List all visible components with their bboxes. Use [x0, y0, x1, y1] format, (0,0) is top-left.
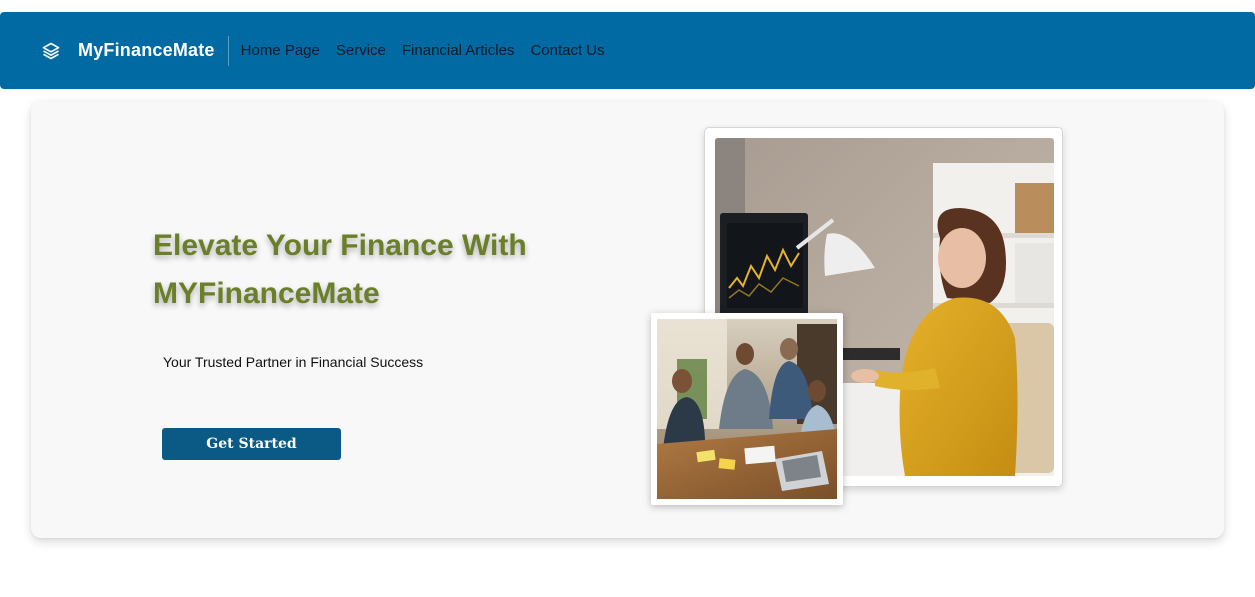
hero-card: Elevate Your Finance With MYFinanceMate …: [31, 101, 1224, 538]
nav-link-contact-us[interactable]: Contact Us: [530, 38, 604, 63]
nav-link-service[interactable]: Service: [336, 38, 386, 63]
team-meeting-photo: [657, 319, 837, 499]
nav-link-home[interactable]: Home Page: [241, 38, 320, 63]
nav-links: Home Page Service Financial Articles Con…: [241, 38, 605, 63]
layers-icon[interactable]: [40, 40, 62, 62]
brand-name[interactable]: MyFinanceMate: [78, 40, 215, 61]
nav-divider: [227, 35, 229, 66]
small-photo-frame: [651, 313, 843, 505]
hero-subtitle: Your Trusted Partner in Financial Succes…: [163, 354, 424, 370]
top-navbar: MyFinanceMate Home Page Service Financia…: [0, 12, 1255, 89]
get-started-button[interactable]: Get Started: [162, 428, 341, 460]
nav-link-financial-articles[interactable]: Financial Articles: [402, 38, 515, 63]
hero-title: Elevate Your Finance With MYFinanceMate: [153, 229, 527, 310]
